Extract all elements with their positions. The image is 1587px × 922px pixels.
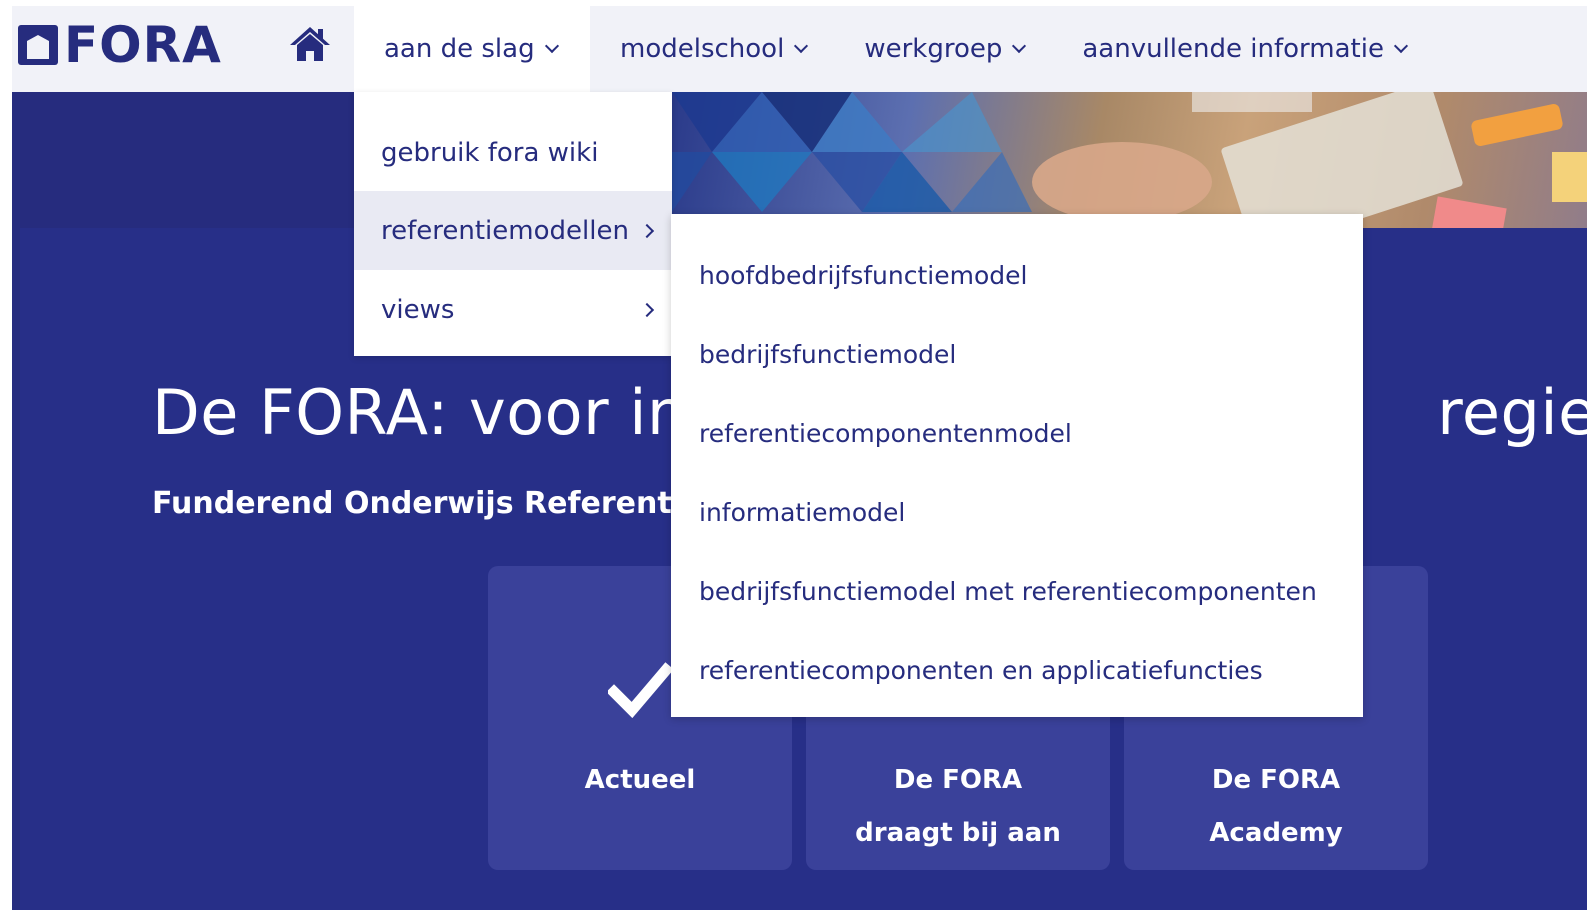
home-icon — [290, 27, 330, 61]
tile-label-line1: De FORA — [893, 765, 1023, 795]
submenu-item-hoofdbedrijfsfunctiemodel[interactable]: hoofdbedrijfsfunctiemodel — [671, 236, 1363, 315]
top-navigation: FORA aan de slag modelschool werkgroep a… — [12, 6, 1587, 92]
dropdown-item-views[interactable]: views — [354, 270, 672, 349]
dropdown-item-referentiemodellen[interactable]: referentiemodellen — [354, 191, 672, 270]
main-menu: aan de slag modelschool werkgroep aanvul… — [354, 6, 1434, 92]
menu-item-modelschool[interactable]: modelschool — [590, 6, 834, 92]
tile-label-line2: Academy — [1209, 818, 1343, 848]
tile-label-line1: De FORA — [1211, 765, 1341, 795]
dropdown-item-label: referentiemodellen — [381, 215, 629, 246]
submenu-item-referentiecomponenten-en-applicatiefuncties[interactable]: referentiecomponenten en applicatiefunct… — [671, 631, 1363, 710]
menu-item-label: modelschool — [620, 34, 785, 64]
logo-house-icon — [18, 25, 58, 65]
logo-text: FORA — [64, 16, 222, 74]
submenu-item-informatiemodel[interactable]: informatiemodel — [671, 473, 1363, 552]
dropdown-item-label: gebruik fora wiki — [381, 137, 599, 168]
hero-subtitle: Funderend Onderwijs Referentie — [152, 486, 703, 521]
chevron-down-icon — [544, 38, 559, 54]
hero-title-right: regie o — [1437, 376, 1587, 449]
chevron-right-icon — [639, 302, 655, 317]
tile-label: Actueel — [488, 754, 792, 807]
chevron-right-icon — [639, 223, 655, 238]
submenu-item-bedrijfsfunctiemodel-met-referentiecomponenten[interactable]: bedrijfsfunctiemodel met referentiecompo… — [671, 552, 1363, 631]
page: De FORA: voor in regie o Funderend Onder… — [12, 6, 1587, 910]
tile-label-line1: Actueel — [584, 765, 696, 795]
dropdown-item-gebruik-fora-wiki[interactable]: gebruik fora wiki — [354, 92, 672, 191]
menu-item-label: aanvullende informatie — [1082, 34, 1384, 64]
dropdown-item-label: views — [381, 294, 455, 325]
chevron-down-icon — [1012, 38, 1027, 54]
menu-item-werkgroep[interactable]: werkgroep — [834, 6, 1052, 92]
tile-label-line2: draagt bij aan — [855, 818, 1061, 848]
tile-label: De FORA Academy — [1124, 754, 1428, 860]
home-button[interactable] — [286, 22, 334, 66]
chevron-down-icon — [1393, 38, 1409, 54]
dropdown-aan-de-slag: gebruik fora wiki referentiemodellen vie… — [354, 92, 672, 356]
menu-item-label: werkgroep — [864, 34, 1003, 64]
menu-item-aan-de-slag[interactable]: aan de slag — [354, 6, 590, 92]
submenu-item-referentiecomponentenmodel[interactable]: referentiecomponentenmodel — [671, 394, 1363, 473]
menu-item-label: aan de slag — [384, 34, 535, 64]
submenu-referentiemodellen: hoofdbedrijfsfunctiemodel bedrijfsfuncti… — [671, 214, 1363, 717]
menu-item-aanvullende-informatie[interactable]: aanvullende informatie — [1052, 6, 1434, 92]
chevron-down-icon — [794, 38, 809, 54]
submenu-item-bedrijfsfunctiemodel[interactable]: bedrijfsfunctiemodel — [671, 315, 1363, 394]
tile-label: De FORA draagt bij aan — [806, 754, 1110, 860]
fora-logo[interactable]: FORA — [18, 18, 222, 72]
hero-title-left: De FORA: voor in — [152, 376, 687, 449]
